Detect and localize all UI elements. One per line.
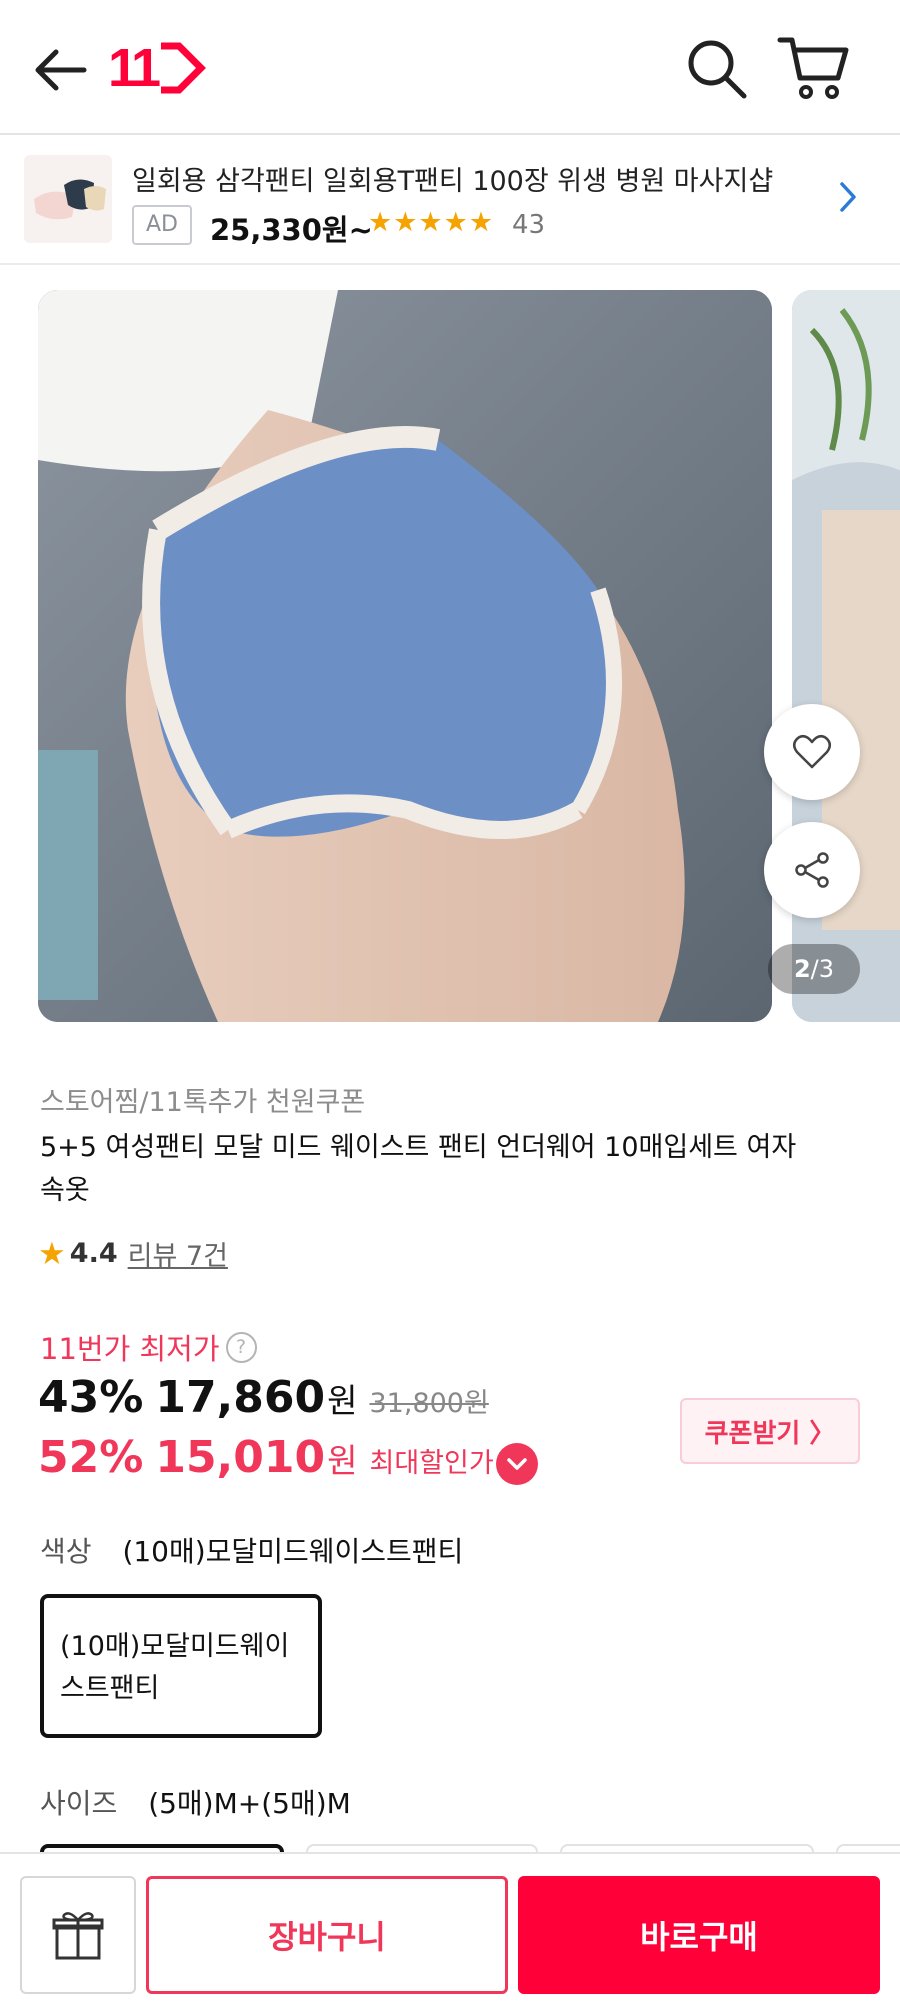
ad-review-count: 43 [512,210,546,240]
color-option-header: 색상 (10매)모달미드웨이스트팬티 [40,1530,463,1570]
max-discount-price-row[interactable]: 52% 15,010 원 최대할인가 [38,1432,494,1483]
lowest-price-label: 11번가 최저가 ? [40,1326,257,1368]
back-button[interactable] [28,38,92,102]
max-currency-unit: 원 [327,1441,358,1480]
11st-logo[interactable]: 11 [108,38,207,98]
ad-price: 25,330원~ [210,213,373,247]
ad-banner[interactable]: 일회용 삼각팬티 일회용T팬티 100장 위생 병원 마사지샵 AD 25,33… [0,137,900,265]
share-button[interactable] [764,822,860,918]
product-image-gallery[interactable] [0,288,900,1024]
store-promo-text[interactable]: 스토어찜/11톡추가 천원쿠폰 [40,1080,365,1119]
search-button[interactable] [684,36,750,102]
product-image-main[interactable] [38,290,772,1022]
star-icon: ★ [38,1235,66,1272]
size-option-header: 사이즈 (5매)M+(5매)M [40,1782,351,1822]
buy-now-button[interactable]: 바로구매 [518,1876,880,1994]
ad-title: 일회용 삼각팬티 일회용T팬티 100장 위생 병원 마사지샵 [132,166,774,197]
heart-icon [793,734,831,769]
product-title: 5+5 여성팬티 모달 미드 웨이스트 팬티 언더웨어 10매입세트 여자속옷 [40,1132,797,1206]
ad-badge: AD [132,205,192,245]
size-label: 사이즈 [40,1787,118,1820]
color-selected-value: (10매)모달미드웨이스트팬티 [122,1535,464,1568]
max-discount-price: 15,010 [155,1432,326,1483]
share-icon [795,852,829,888]
search-icon [688,40,747,99]
help-icon[interactable]: ? [225,1331,257,1363]
logo-arrow-mark [161,42,207,94]
gallery-page-indicator: 2/3 [768,944,860,994]
lowest-price-text: 11번가 최저가 [40,1332,220,1366]
rating-score: 4.4 [69,1238,118,1269]
color-label: 색상 [40,1535,92,1568]
sale-price: 17,860 [155,1372,326,1423]
gift-icon [52,1912,104,1960]
max-discount-rate: 52% [38,1432,144,1483]
gift-button[interactable] [20,1876,136,1994]
currency-unit: 원 [327,1381,358,1420]
cart-icon [777,37,849,99]
gallery-current-page: 2 [793,955,811,983]
review-link[interactable]: 리뷰 7건 [128,1234,228,1273]
ad-star-rating: ★★★★★ [368,207,495,238]
arrow-left-icon [35,49,87,91]
product-rating: ★ 4.4 리뷰 7건 [38,1234,228,1273]
original-price: 31,800원 [369,1388,489,1419]
size-selected-value: (5매)M+(5매)M [148,1787,351,1820]
product-photo [38,290,772,1022]
add-to-cart-button[interactable]: 장바구니 [146,1876,508,1994]
sale-price-row: 43% 17,860 원 31,800원 [38,1372,489,1423]
gallery-total-pages: /3 [810,955,835,983]
coupon-button[interactable]: 쿠폰받기 〉 [680,1398,860,1464]
discount-rate: 43% [38,1372,144,1423]
ad-product-image [24,155,112,243]
chevron-down-icon[interactable] [496,1443,538,1485]
bottom-action-bar: 장바구니 바로구매 [0,1852,900,2011]
top-app-bar: 11 [0,0,900,135]
cart-button[interactable] [776,32,852,104]
ad-thumbnail [24,155,112,243]
max-discount-label: 최대할인가 [369,1448,494,1479]
chevron-right-icon[interactable] [838,180,858,214]
wishlist-button[interactable] [764,704,860,800]
color-option-chip[interactable]: (10매)모달미드웨이스트팬티 [40,1594,322,1738]
